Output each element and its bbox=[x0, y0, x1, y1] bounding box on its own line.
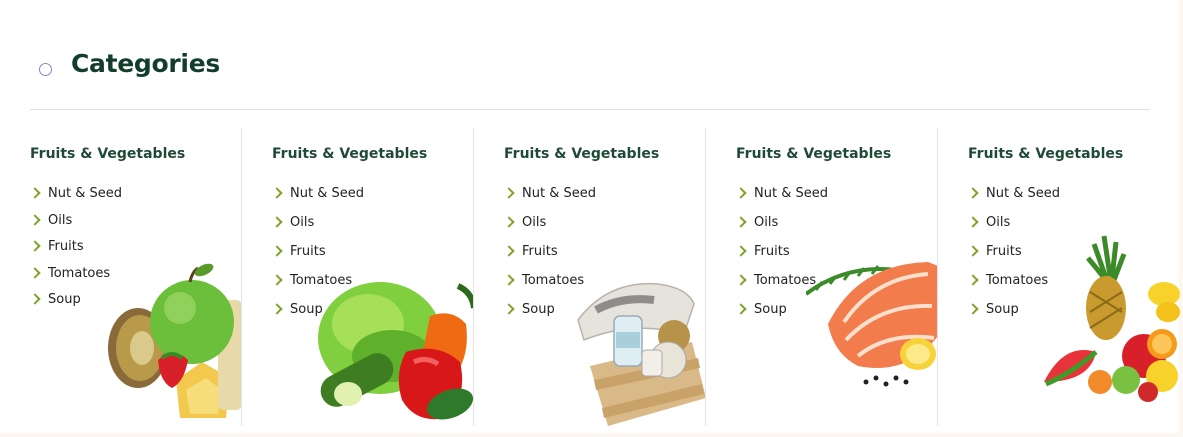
category-column: Fruits & Vegetables Nut & Seed Oils Frui… bbox=[705, 128, 938, 426]
vegetables-image bbox=[318, 282, 474, 420]
chevron-right-icon bbox=[735, 245, 747, 257]
chevron-right-icon bbox=[271, 303, 283, 315]
category-column: Fruits & Vegetables Nut & Seed Oils Frui… bbox=[937, 128, 1180, 426]
category-list-item[interactable]: Nut & Seed bbox=[735, 185, 828, 214]
categories-panel: Categories Fruits & Vegetables Nut & See… bbox=[0, 0, 1180, 433]
chevron-right-icon bbox=[29, 213, 41, 226]
fruit-mix-image bbox=[108, 263, 242, 418]
tropical-fruits-image bbox=[1044, 235, 1180, 402]
chevron-right-icon bbox=[271, 274, 283, 286]
chevron-right-icon bbox=[503, 274, 515, 286]
chevron-right-icon bbox=[503, 245, 515, 257]
circle-outline-icon bbox=[39, 63, 52, 76]
chevron-right-icon bbox=[29, 240, 41, 252]
chevron-right-icon bbox=[29, 266, 41, 279]
category-column: Fruits & Vegetables Nut & Seed Oils Frui… bbox=[473, 128, 706, 426]
categories-header: Categories bbox=[30, 40, 1150, 110]
chevron-right-icon bbox=[503, 216, 515, 228]
grocery-crate-image bbox=[577, 282, 706, 426]
category-title-link[interactable]: Fruits & Vegetables bbox=[968, 146, 1123, 162]
chevron-right-icon bbox=[735, 303, 747, 315]
category-list-item[interactable]: Oils bbox=[271, 214, 364, 243]
chevron-right-icon bbox=[271, 245, 283, 257]
chevron-right-icon bbox=[503, 303, 515, 315]
category-title-link[interactable]: Fruits & Vegetables bbox=[272, 146, 427, 162]
chevron-right-icon bbox=[967, 303, 979, 315]
category-title-link[interactable]: Fruits & Vegetables bbox=[30, 146, 185, 162]
category-title-link[interactable]: Fruits & Vegetables bbox=[736, 146, 891, 162]
chevron-right-icon bbox=[735, 216, 747, 228]
chevron-right-icon bbox=[967, 245, 979, 257]
chevron-right-icon bbox=[967, 216, 979, 228]
category-list-item[interactable]: Nut & Seed bbox=[29, 185, 122, 212]
category-columns: Fruits & Vegetables Nut & Seed Oils Frui… bbox=[0, 128, 1180, 428]
category-list-item[interactable]: Fruits bbox=[271, 243, 364, 272]
chevron-right-icon bbox=[735, 187, 747, 199]
salmon-image bbox=[806, 262, 938, 387]
chevron-right-icon bbox=[29, 187, 41, 199]
chevron-right-icon bbox=[967, 274, 979, 286]
category-list-item[interactable]: Nut & Seed bbox=[967, 185, 1060, 214]
category-list-item[interactable]: Fruits bbox=[503, 243, 596, 272]
chevron-right-icon bbox=[503, 187, 515, 199]
category-list-item[interactable]: Nut & Seed bbox=[271, 185, 364, 214]
category-title-link[interactable]: Fruits & Vegetables bbox=[504, 146, 659, 162]
category-list-item[interactable]: Nut & Seed bbox=[503, 185, 596, 214]
section-title: Categories bbox=[71, 49, 220, 78]
chevron-right-icon bbox=[271, 187, 283, 199]
category-column: Fruits & Vegetables Nut & Seed Oils Frui… bbox=[241, 128, 474, 426]
category-list-item[interactable]: Oils bbox=[29, 212, 122, 239]
category-column: Fruits & Vegetables Nut & Seed Oils Frui… bbox=[0, 128, 242, 426]
chevron-right-icon bbox=[735, 274, 747, 286]
category-list-item[interactable]: Oils bbox=[503, 214, 596, 243]
chevron-right-icon bbox=[271, 216, 283, 228]
chevron-right-icon bbox=[29, 293, 41, 305]
chevron-right-icon bbox=[967, 187, 979, 199]
category-list-item[interactable]: Oils bbox=[735, 214, 828, 243]
